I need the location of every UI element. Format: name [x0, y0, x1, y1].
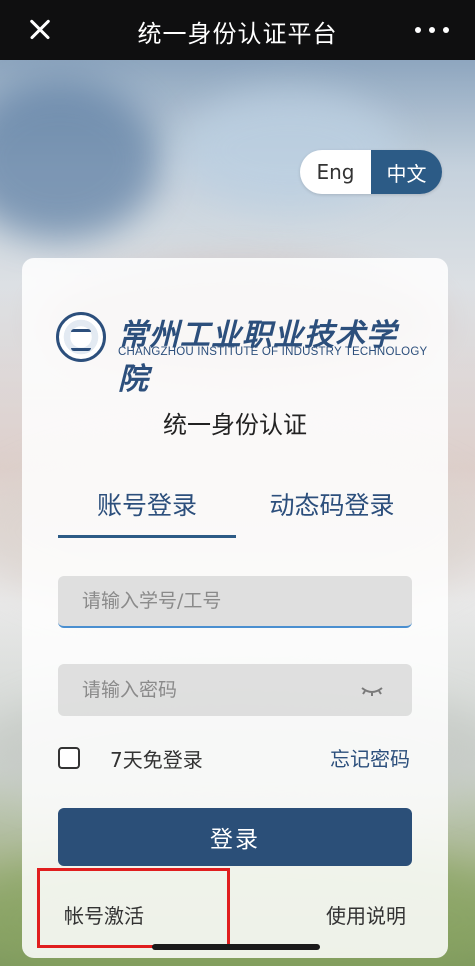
- username-input[interactable]: [80, 589, 412, 613]
- page-title: 统一身份认证平台: [137, 20, 338, 48]
- remember-checkbox[interactable]: [58, 747, 80, 769]
- eye-closed-icon[interactable]: [360, 682, 384, 698]
- school-logo: 常州工业职业技术学院 CHANGZHOU INSTITUTE OF INDUST…: [56, 308, 427, 397]
- username-field[interactable]: [58, 576, 412, 628]
- top-bar: 统一身份认证平台: [0, 0, 475, 60]
- auth-title: 统一身份认证: [163, 411, 307, 439]
- password-field[interactable]: [58, 664, 412, 716]
- remember-label: 7天免登录: [110, 747, 203, 772]
- user-guide-link[interactable]: 使用说明: [326, 900, 406, 929]
- language-toggle: Eng 中文: [300, 150, 442, 194]
- school-name-en: CHANGZHOU INSTITUTE OF INDUSTRY TECHNOLO…: [118, 346, 428, 358]
- lang-eng-button[interactable]: Eng: [300, 150, 371, 194]
- more-icon[interactable]: [415, 26, 449, 34]
- lang-zh-button[interactable]: 中文: [371, 150, 442, 194]
- tab-account-login[interactable]: 账号登录: [58, 486, 236, 522]
- login-card: 常州工业职业技术学院 CHANGZHOU INSTITUTE OF INDUST…: [22, 258, 448, 958]
- account-activate-link[interactable]: 帐号激活: [64, 900, 144, 929]
- tab-dynamic-code-login[interactable]: 动态码登录: [244, 486, 420, 522]
- home-indicator: [152, 944, 320, 950]
- school-emblem-icon: [56, 312, 106, 362]
- remember-me: 7天免登录: [58, 743, 203, 773]
- login-button[interactable]: 登录: [58, 808, 412, 866]
- forgot-password-link[interactable]: 忘记密码: [330, 743, 410, 772]
- active-tab-indicator: [58, 535, 236, 538]
